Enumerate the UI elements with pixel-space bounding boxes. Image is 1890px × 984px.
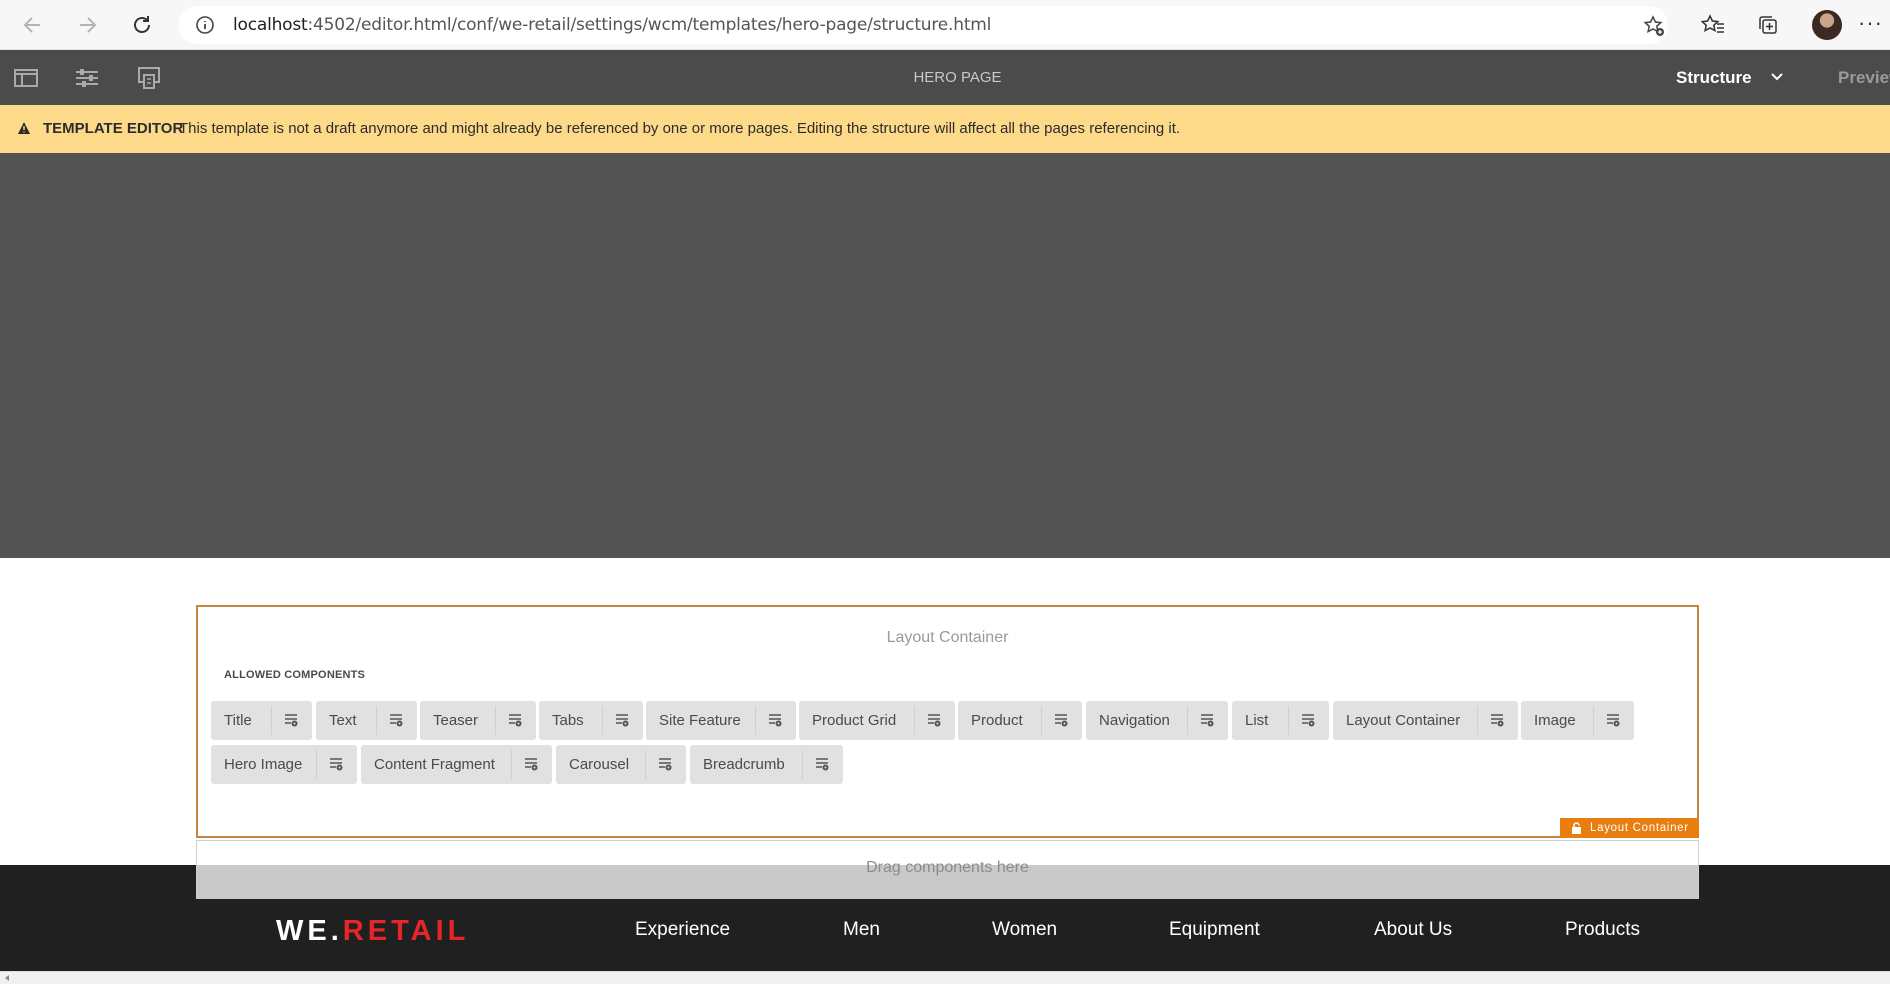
policy-icon[interactable]	[1490, 713, 1504, 727]
footer-nav-experience[interactable]: Experience	[635, 919, 730, 941]
chip-label: Product	[971, 712, 1023, 729]
logo-red-text: RETAIL	[342, 915, 470, 947]
chip-label: List	[1245, 712, 1269, 729]
policy-icon[interactable]	[524, 757, 538, 771]
chip-label: Text	[329, 712, 357, 729]
component-chip-product-grid[interactable]: Product Grid	[799, 701, 955, 740]
component-chip-teaser[interactable]: Teaser	[420, 701, 536, 740]
favorites-icon	[1701, 14, 1724, 33]
warning-icon	[18, 122, 30, 134]
chip-label: Image	[1534, 712, 1576, 729]
component-chip-layout-container[interactable]: Layout Container	[1333, 701, 1518, 740]
scroll-left-icon[interactable]	[3, 974, 11, 982]
forward-button[interactable]	[71, 9, 103, 41]
chip-label: Breadcrumb	[703, 756, 785, 773]
chip-label: Teaser	[433, 712, 479, 729]
policy-icon[interactable]	[389, 713, 403, 727]
layout-container-tag[interactable]: Layout Container	[1560, 818, 1699, 838]
component-chip-site-feature[interactable]: Site Feature	[646, 701, 796, 740]
browser-toolbar: localhost:4502/editor.html/conf/we-retai…	[0, 0, 1890, 50]
chip-label: Title	[224, 712, 252, 729]
component-chip-breadcrumb[interactable]: Breadcrumb	[690, 745, 843, 784]
chip-label: Navigation	[1099, 712, 1170, 729]
banner-message: This template is not a draft anymore and…	[179, 120, 1181, 137]
forward-arrow-icon	[80, 17, 97, 33]
footer-nav-women[interactable]: Women	[992, 919, 1057, 941]
policy-icon[interactable]	[1301, 713, 1315, 727]
component-chip-list[interactable]: List	[1232, 701, 1329, 740]
mode-selector[interactable]: Structure	[1676, 50, 1752, 105]
preview-button[interactable]: Preview	[1838, 50, 1890, 105]
component-chip-image[interactable]: Image	[1521, 701, 1634, 740]
profile-avatar[interactable]	[1812, 10, 1842, 40]
footer-nav-about-us[interactable]: About Us	[1374, 919, 1452, 941]
policy-icon[interactable]	[329, 757, 343, 771]
policy-icon[interactable]	[1606, 713, 1620, 727]
policy-icon[interactable]	[815, 757, 829, 771]
chip-label: Product Grid	[812, 712, 897, 729]
url-text[interactable]: localhost:4502/editor.html/conf/we-retai…	[233, 6, 991, 44]
drag-hint: Drag components here	[866, 859, 1029, 876]
collections-button[interactable]	[1752, 9, 1784, 41]
chip-label: Carousel	[569, 756, 630, 773]
policy-icon[interactable]	[1054, 713, 1068, 727]
layout-container[interactable]: Layout Container ALLOWED COMPONENTS Titl…	[196, 605, 1699, 838]
component-chip-product[interactable]: Product	[958, 701, 1082, 740]
horizontal-scrollbar[interactable]	[0, 971, 1890, 984]
tag-label: Layout Container	[1590, 822, 1689, 834]
chip-label: Hero Image	[224, 756, 303, 773]
chip-label: Site Feature	[659, 712, 741, 729]
hero-image-area[interactable]	[0, 153, 1890, 558]
url-path: :4502/editor.html/conf/we-retail/setting…	[307, 15, 992, 35]
template-warning-banner: TEMPLATE EDITOR This template is not a d…	[0, 105, 1890, 153]
footer-nav-equipment[interactable]: Equipment	[1169, 919, 1260, 941]
reload-icon	[134, 16, 150, 33]
component-chip-navigation[interactable]: Navigation	[1086, 701, 1228, 740]
chip-label: Content Fragment	[374, 756, 495, 773]
policy-icon[interactable]	[927, 713, 941, 727]
editor-toolbar: HERO PAGE Structure Preview	[0, 50, 1890, 105]
info-icon	[196, 16, 214, 34]
reload-button[interactable]	[126, 9, 158, 41]
policy-icon[interactable]	[508, 713, 522, 727]
chip-label: Tabs	[552, 712, 584, 729]
banner-title: TEMPLATE EDITOR	[43, 120, 184, 137]
policy-icon[interactable]	[284, 713, 298, 727]
footer-nav-products[interactable]: Products	[1565, 919, 1640, 941]
unlock-icon	[1572, 822, 1581, 834]
logo-white-text: WE.	[276, 915, 343, 947]
component-chip-text[interactable]: Text	[316, 701, 417, 740]
we-retail-logo[interactable]: WE.RETAIL	[276, 915, 469, 948]
component-chip-hero-image[interactable]: Hero Image	[211, 745, 357, 784]
chip-label: Layout Container	[1346, 712, 1461, 729]
chevron-down-icon[interactable]	[1770, 71, 1784, 83]
component-chip-content-fragment[interactable]: Content Fragment	[361, 745, 552, 784]
component-chip-title[interactable]: Title	[211, 701, 312, 740]
page-title: HERO PAGE	[913, 69, 1002, 86]
back-arrow-icon	[23, 17, 40, 33]
back-button[interactable]	[17, 9, 49, 41]
policy-icon[interactable]	[615, 713, 629, 727]
favorites-button[interactable]	[1697, 9, 1729, 41]
url-host: localhost	[233, 15, 308, 35]
address-bar[interactable]: localhost:4502/editor.html/conf/we-retai…	[178, 6, 1668, 44]
more-menu-icon[interactable]: ···	[1858, 10, 1883, 36]
policy-icon[interactable]	[658, 757, 672, 771]
footer-nav-men[interactable]: Men	[843, 919, 880, 941]
add-favorite-icon[interactable]	[1643, 15, 1665, 37]
component-chip-tabs[interactable]: Tabs	[539, 701, 643, 740]
policy-icon[interactable]	[768, 713, 782, 727]
component-chip-carousel[interactable]: Carousel	[556, 745, 686, 784]
collections-icon	[1759, 16, 1777, 34]
allowed-components-heading: ALLOWED COMPONENTS	[224, 669, 366, 681]
layout-container-title: Layout Container	[886, 629, 1009, 646]
drag-drop-zone[interactable]: Drag components here	[196, 840, 1699, 899]
policy-icon[interactable]	[1200, 713, 1214, 727]
